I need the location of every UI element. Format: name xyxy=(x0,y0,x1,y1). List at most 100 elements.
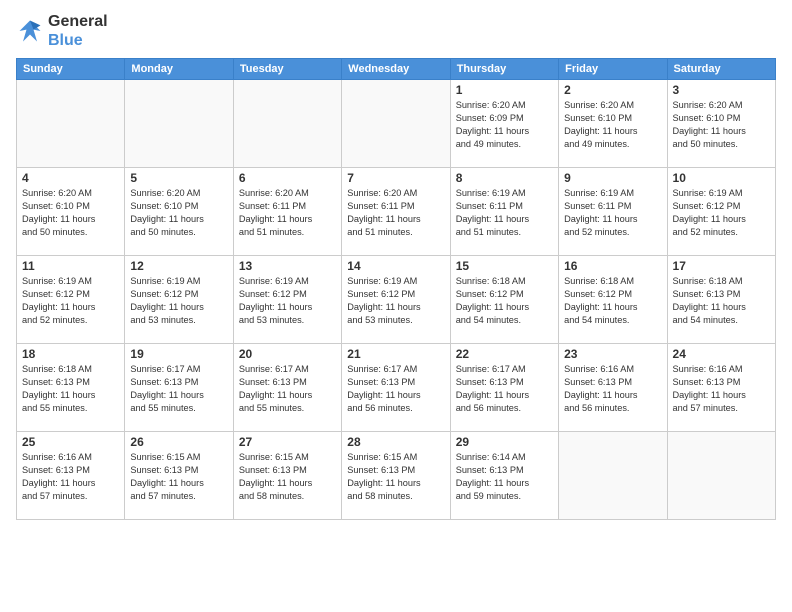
day-info: Sunrise: 6:18 AM Sunset: 6:13 PM Dayligh… xyxy=(673,275,770,327)
calendar-cell: 8 Sunrise: 6:19 AM Sunset: 6:11 PM Daylig… xyxy=(450,168,558,256)
calendar-cell xyxy=(17,80,125,168)
day-info: Sunrise: 6:17 AM Sunset: 6:13 PM Dayligh… xyxy=(239,363,336,415)
calendar-cell: 6 Sunrise: 6:20 AM Sunset: 6:11 PM Daylig… xyxy=(233,168,341,256)
day-number: 19 xyxy=(130,347,227,361)
day-number: 9 xyxy=(564,171,661,185)
calendar-cell: 13 Sunrise: 6:19 AM Sunset: 6:12 PM Dayli… xyxy=(233,256,341,344)
calendar-week-3: 11 Sunrise: 6:19 AM Sunset: 6:12 PM Dayli… xyxy=(17,256,776,344)
logo-text: General Blue xyxy=(48,12,108,50)
calendar-cell: 24Sunrise: 6:16 AM Sunset: 6:13 PM Dayli… xyxy=(667,344,775,432)
day-number: 21 xyxy=(347,347,444,361)
col-friday: Friday xyxy=(559,59,667,80)
day-info: Sunrise: 6:15 AM Sunset: 6:13 PM Dayligh… xyxy=(347,451,444,503)
day-number: 2 xyxy=(564,83,661,97)
day-info: Sunrise: 6:20 AM Sunset: 6:10 PM Dayligh… xyxy=(564,99,661,151)
day-info: Sunrise: 6:19 AM Sunset: 6:11 PM Dayligh… xyxy=(456,187,553,239)
day-number: 26 xyxy=(130,435,227,449)
logo-icon xyxy=(16,17,44,45)
day-number: 13 xyxy=(239,259,336,273)
calendar-cell: 11 Sunrise: 6:19 AM Sunset: 6:12 PM Dayli… xyxy=(17,256,125,344)
day-info: Sunrise: 6:15 AM Sunset: 6:13 PM Dayligh… xyxy=(130,451,227,503)
logo: General Blue xyxy=(16,12,108,50)
day-number: 3 xyxy=(673,83,770,97)
calendar-cell: 20 Sunrise: 6:17 AM Sunset: 6:13 PM Dayli… xyxy=(233,344,341,432)
calendar-cell: 28Sunrise: 6:15 AM Sunset: 6:13 PM Dayli… xyxy=(342,432,450,520)
day-info: Sunrise: 6:18 AM Sunset: 6:13 PM Dayligh… xyxy=(22,363,119,415)
day-number: 1 xyxy=(456,83,553,97)
day-number: 14 xyxy=(347,259,444,273)
calendar-cell: 23Sunrise: 6:16 AM Sunset: 6:13 PM Dayli… xyxy=(559,344,667,432)
day-info: Sunrise: 6:20 AM Sunset: 6:11 PM Dayligh… xyxy=(239,187,336,239)
day-info: Sunrise: 6:19 AM Sunset: 6:12 PM Dayligh… xyxy=(130,275,227,327)
day-number: 12 xyxy=(130,259,227,273)
calendar-cell: 16 Sunrise: 6:18 AM Sunset: 6:12 PM Dayli… xyxy=(559,256,667,344)
day-info: Sunrise: 6:16 AM Sunset: 6:13 PM Dayligh… xyxy=(673,363,770,415)
calendar-cell: 15 Sunrise: 6:18 AM Sunset: 6:12 PM Dayli… xyxy=(450,256,558,344)
calendar-cell: 2 Sunrise: 6:20 AM Sunset: 6:10 PM Daylig… xyxy=(559,80,667,168)
day-info: Sunrise: 6:16 AM Sunset: 6:13 PM Dayligh… xyxy=(22,451,119,503)
calendar-cell: 3 Sunrise: 6:20 AM Sunset: 6:10 PM Daylig… xyxy=(667,80,775,168)
calendar-cell: 9 Sunrise: 6:19 AM Sunset: 6:11 PM Daylig… xyxy=(559,168,667,256)
calendar-cell: 5 Sunrise: 6:20 AM Sunset: 6:10 PM Daylig… xyxy=(125,168,233,256)
day-info: Sunrise: 6:20 AM Sunset: 6:10 PM Dayligh… xyxy=(22,187,119,239)
day-number: 17 xyxy=(673,259,770,273)
day-info: Sunrise: 6:20 AM Sunset: 6:10 PM Dayligh… xyxy=(673,99,770,151)
calendar-cell: 18 Sunrise: 6:18 AM Sunset: 6:13 PM Dayli… xyxy=(17,344,125,432)
calendar-cell: 21 Sunrise: 6:17 AM Sunset: 6:13 PM Dayli… xyxy=(342,344,450,432)
day-number: 4 xyxy=(22,171,119,185)
day-number: 6 xyxy=(239,171,336,185)
col-saturday: Saturday xyxy=(667,59,775,80)
calendar-cell: 29 Sunrise: 6:14 AM Sunset: 6:13 PM Dayli… xyxy=(450,432,558,520)
day-number: 15 xyxy=(456,259,553,273)
day-number: 7 xyxy=(347,171,444,185)
calendar-cell: 26 Sunrise: 6:15 AM Sunset: 6:13 PM Dayli… xyxy=(125,432,233,520)
day-number: 27 xyxy=(239,435,336,449)
day-number: 25 xyxy=(22,435,119,449)
day-info: Sunrise: 6:17 AM Sunset: 6:13 PM Dayligh… xyxy=(130,363,227,415)
calendar-cell: 12 Sunrise: 6:19 AM Sunset: 6:12 PM Dayli… xyxy=(125,256,233,344)
calendar-cell xyxy=(667,432,775,520)
day-number: 8 xyxy=(456,171,553,185)
day-info: Sunrise: 6:19 AM Sunset: 6:12 PM Dayligh… xyxy=(347,275,444,327)
day-info: Sunrise: 6:20 AM Sunset: 6:10 PM Dayligh… xyxy=(130,187,227,239)
page: General Blue Sunday Monday Tuesday Wedne… xyxy=(0,0,792,612)
calendar-cell: 4 Sunrise: 6:20 AM Sunset: 6:10 PM Daylig… xyxy=(17,168,125,256)
calendar-cell: 14 Sunrise: 6:19 AM Sunset: 6:12 PM Dayli… xyxy=(342,256,450,344)
day-number: 20 xyxy=(239,347,336,361)
day-number: 23 xyxy=(564,347,661,361)
day-number: 16 xyxy=(564,259,661,273)
day-number: 29 xyxy=(456,435,553,449)
day-info: Sunrise: 6:14 AM Sunset: 6:13 PM Dayligh… xyxy=(456,451,553,503)
col-sunday: Sunday xyxy=(17,59,125,80)
calendar-header-row: Sunday Monday Tuesday Wednesday Thursday… xyxy=(17,59,776,80)
col-tuesday: Tuesday xyxy=(233,59,341,80)
calendar-week-2: 4 Sunrise: 6:20 AM Sunset: 6:10 PM Daylig… xyxy=(17,168,776,256)
day-info: Sunrise: 6:17 AM Sunset: 6:13 PM Dayligh… xyxy=(347,363,444,415)
calendar-cell xyxy=(342,80,450,168)
day-info: Sunrise: 6:20 AM Sunset: 6:09 PM Dayligh… xyxy=(456,99,553,151)
calendar-cell xyxy=(559,432,667,520)
calendar-cell: 10Sunrise: 6:19 AM Sunset: 6:12 PM Dayli… xyxy=(667,168,775,256)
day-info: Sunrise: 6:18 AM Sunset: 6:12 PM Dayligh… xyxy=(456,275,553,327)
calendar-cell: 19 Sunrise: 6:17 AM Sunset: 6:13 PM Dayli… xyxy=(125,344,233,432)
day-number: 11 xyxy=(22,259,119,273)
day-info: Sunrise: 6:20 AM Sunset: 6:11 PM Dayligh… xyxy=(347,187,444,239)
calendar-cell: 7 Sunrise: 6:20 AM Sunset: 6:11 PM Daylig… xyxy=(342,168,450,256)
calendar-week-1: 1 Sunrise: 6:20 AM Sunset: 6:09 PM Daylig… xyxy=(17,80,776,168)
calendar-cell: 27Sunrise: 6:15 AM Sunset: 6:13 PM Dayli… xyxy=(233,432,341,520)
day-info: Sunrise: 6:19 AM Sunset: 6:11 PM Dayligh… xyxy=(564,187,661,239)
calendar-cell: 25 Sunrise: 6:16 AM Sunset: 6:13 PM Dayli… xyxy=(17,432,125,520)
day-number: 18 xyxy=(22,347,119,361)
day-number: 5 xyxy=(130,171,227,185)
calendar-cell xyxy=(233,80,341,168)
col-thursday: Thursday xyxy=(450,59,558,80)
calendar-table: Sunday Monday Tuesday Wednesday Thursday… xyxy=(16,58,776,520)
day-info: Sunrise: 6:17 AM Sunset: 6:13 PM Dayligh… xyxy=(456,363,553,415)
col-wednesday: Wednesday xyxy=(342,59,450,80)
day-info: Sunrise: 6:19 AM Sunset: 6:12 PM Dayligh… xyxy=(22,275,119,327)
col-monday: Monday xyxy=(125,59,233,80)
day-info: Sunrise: 6:19 AM Sunset: 6:12 PM Dayligh… xyxy=(239,275,336,327)
day-number: 10 xyxy=(673,171,770,185)
calendar-cell: 1 Sunrise: 6:20 AM Sunset: 6:09 PM Daylig… xyxy=(450,80,558,168)
day-info: Sunrise: 6:18 AM Sunset: 6:12 PM Dayligh… xyxy=(564,275,661,327)
